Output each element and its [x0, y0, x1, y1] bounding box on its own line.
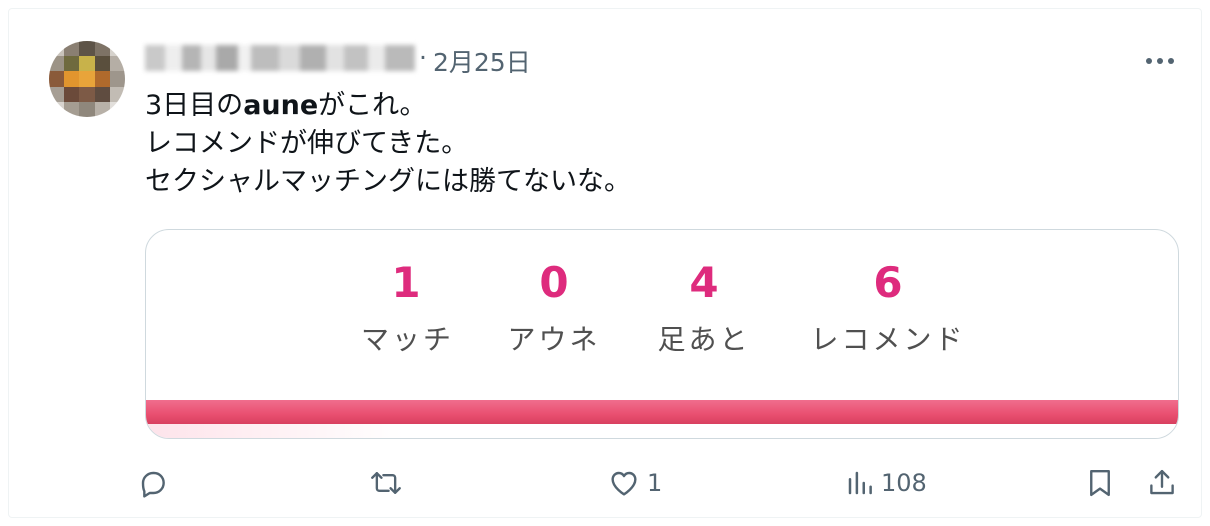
- post-text-line-1: 3日目のauneがこれ。: [145, 90, 427, 121]
- stat-aune: 0 アウネ: [498, 256, 610, 358]
- views-icon: [848, 471, 872, 495]
- stat-footprints-label: 足あと: [657, 323, 751, 356]
- reply-icon: [141, 471, 165, 498]
- stat-match-label: マッチ: [361, 323, 455, 356]
- reply-button[interactable]: [137, 465, 179, 501]
- like-icon: [611, 471, 637, 496]
- repost-icon: [371, 472, 401, 494]
- avatar[interactable]: [49, 41, 125, 117]
- views-button[interactable]: 108: [845, 465, 927, 501]
- bookmark-icon: [1090, 469, 1110, 497]
- stat-aune-label: アウネ: [507, 323, 601, 356]
- pink-stripe: [146, 400, 1178, 424]
- share-button[interactable]: [1147, 465, 1177, 501]
- stat-recommend-label: レコメンド: [810, 323, 966, 356]
- post-text-line-3: セクシャルマッチングには勝てないな。: [145, 166, 631, 197]
- stat-recommend-value: 6: [873, 258, 903, 307]
- post-text-line-2: レコメンドが伸びてきた。: [145, 128, 469, 159]
- share-icon: [1150, 469, 1174, 495]
- like-count: 1: [647, 469, 663, 497]
- stat-footprints-value: 4: [689, 258, 719, 307]
- stat-match-value: 1: [391, 258, 421, 307]
- more-icon[interactable]: [1143, 47, 1177, 75]
- repost-button[interactable]: [369, 465, 413, 501]
- stripe-shadow: [146, 424, 1178, 438]
- tweet-card[interactable]: · 2月25日 3日目のauneがこれ。 レコメンドが伸びてきた。 セクシャルマ…: [8, 8, 1202, 518]
- meta-separator: ·: [419, 43, 427, 72]
- post-date[interactable]: 2月25日: [433, 43, 531, 79]
- like-button[interactable]: 1: [607, 465, 662, 501]
- author-name-redacted[interactable]: [145, 45, 416, 71]
- bookmark-button[interactable]: [1085, 465, 1115, 501]
- post-text: 3日目のauneがこれ。 レコメンドが伸びてきた。 セクシャルマッチングには勝て…: [145, 87, 631, 201]
- stat-match: 1 マッチ: [361, 256, 451, 358]
- action-bar: 1 108: [9, 461, 1201, 505]
- views-count: 108: [881, 469, 927, 497]
- stat-recommend: 6 レコメンド: [808, 256, 968, 358]
- stat-footprints: 4 足あと: [648, 256, 760, 358]
- stat-aune-value: 0: [539, 258, 569, 307]
- attached-image[interactable]: 1 マッチ 0 アウネ 4 足あと 6 レコメンド: [145, 229, 1179, 439]
